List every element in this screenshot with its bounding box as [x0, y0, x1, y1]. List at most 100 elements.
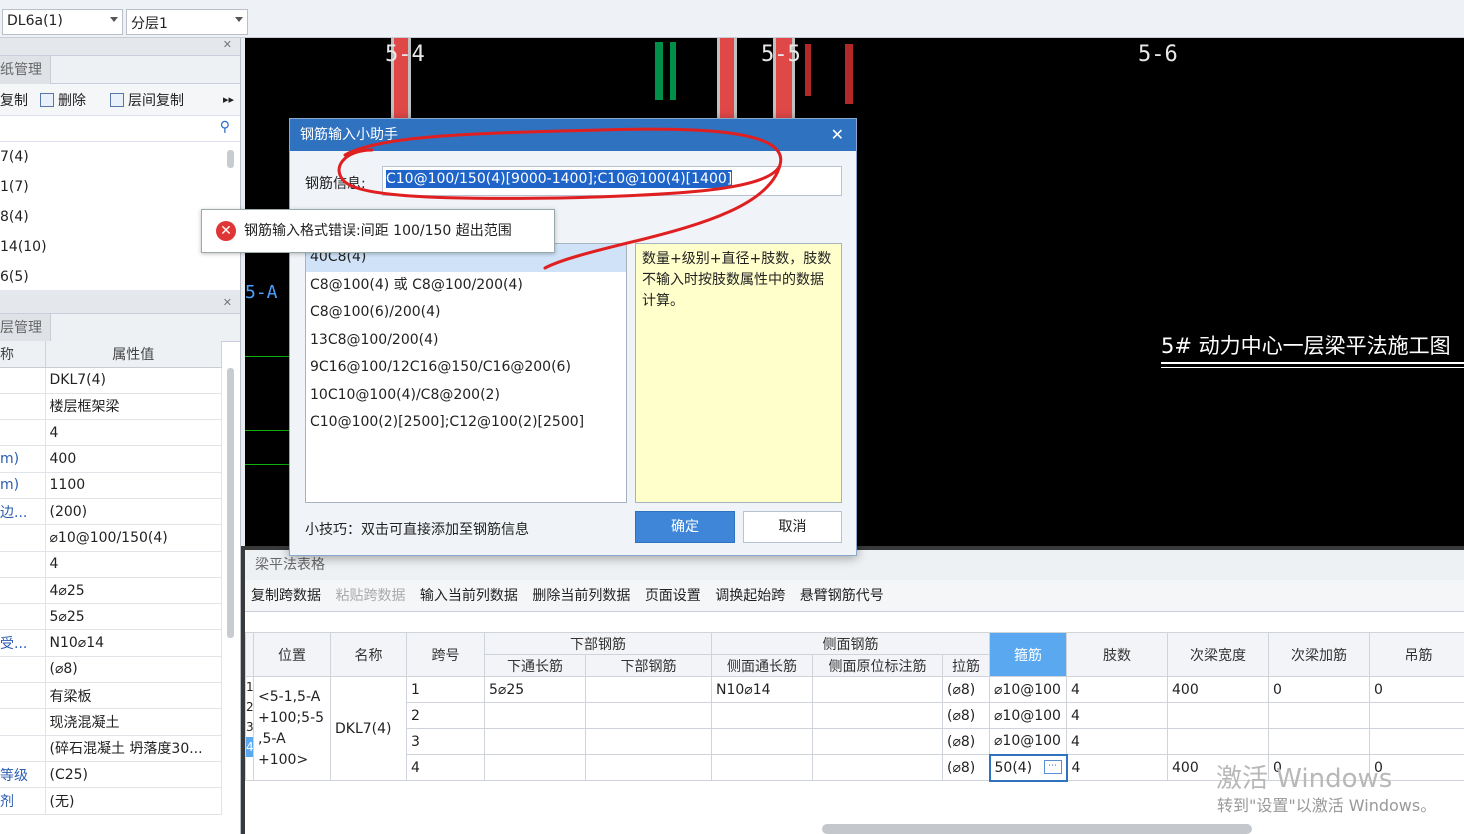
list-item[interactable]: 6(5): [0, 262, 240, 292]
prop-value[interactable]: 4: [45, 551, 222, 578]
span-cell[interactable]: 4: [406, 754, 485, 781]
close-icon[interactable]: ✕: [831, 119, 844, 151]
tab-layer-manage[interactable]: 层管理: [0, 314, 51, 342]
sec-add-cell[interactable]: [1268, 728, 1370, 755]
tie-cell[interactable]: (⌀8): [942, 754, 990, 781]
horizontal-scrollbar[interactable]: [822, 824, 1252, 834]
hanger-cell[interactable]: [1369, 728, 1464, 755]
prop-value[interactable]: (C25): [45, 761, 222, 789]
rebar-info-input[interactable]: C10@100/150(4)[9000-1400];C10@100(4)[140…: [382, 166, 842, 196]
prop-value[interactable]: (⌀8): [45, 656, 222, 684]
list-item[interactable]: C8@100(4) 或 C8@100/200(4): [306, 272, 626, 300]
hanger-cell[interactable]: [1369, 702, 1464, 729]
bottom-bar-cell[interactable]: [585, 676, 712, 703]
sec-add-cell[interactable]: [1268, 702, 1370, 729]
hanger-cell[interactable]: 0: [1369, 676, 1464, 703]
sec-width-cell[interactable]: [1167, 728, 1269, 755]
stirrup-cell[interactable]: ⌀10@100: [989, 702, 1067, 729]
cancel-button[interactable]: 取消: [743, 511, 842, 543]
cantilever-code-button[interactable]: 悬臂钢筋代号: [800, 588, 884, 604]
floor-combo[interactable]: DL6a(1): [2, 9, 123, 35]
stirrup-cell[interactable]: ⌀10@100: [989, 728, 1067, 755]
table-row[interactable]: 3 (⌀8) ⌀10@100 4: [246, 728, 1464, 755]
prop-value[interactable]: 楼层框架梁: [45, 393, 222, 421]
prop-scrollbar[interactable]: [227, 368, 234, 638]
prop-value[interactable]: N10⌀14: [45, 629, 222, 657]
sec-width-cell[interactable]: 400: [1167, 676, 1269, 703]
side-through-cell[interactable]: [711, 728, 813, 755]
tie-cell[interactable]: (⌀8): [942, 676, 990, 703]
prop-value[interactable]: 1100: [45, 472, 222, 499]
prop-value[interactable]: DKL7(4): [45, 367, 222, 394]
copy-span-button[interactable]: 复制跨数据: [251, 588, 321, 604]
close-icon[interactable]: ✕: [223, 38, 232, 51]
side-note-cell[interactable]: [812, 676, 943, 703]
list-item[interactable]: 9C16@100/12C16@150/C16@200(6): [306, 354, 626, 382]
dialog-titlebar[interactable]: 钢筋输入小助手 ✕: [290, 119, 856, 151]
list-item[interactable]: 13C8@100/200(4): [306, 327, 626, 355]
bottom-bar-cell[interactable]: [585, 754, 712, 781]
sec-add-cell[interactable]: 0: [1268, 676, 1370, 703]
bottom-bar-cell[interactable]: [585, 728, 712, 755]
prop-value[interactable]: 4: [45, 419, 222, 447]
bottom-bar-cell[interactable]: [585, 702, 712, 729]
prop-value[interactable]: 4⌀25: [45, 577, 222, 605]
delete-button[interactable]: 删除: [40, 90, 98, 110]
side-note-cell[interactable]: [812, 728, 943, 755]
list-item[interactable]: 7(4): [0, 142, 240, 172]
prop-value[interactable]: 400: [45, 445, 222, 473]
span-cell[interactable]: 1: [406, 676, 485, 703]
table-row[interactable]: 1234 <5-1,5-A +100;5-5 ,5-A +100> DKL7(4…: [245, 676, 1464, 781]
span-cell[interactable]: 3: [406, 728, 485, 755]
legs-cell[interactable]: 4: [1066, 754, 1168, 781]
beam-name-cell[interactable]: DKL7(4): [330, 676, 407, 781]
page-setup-button[interactable]: 页面设置: [645, 588, 701, 604]
swap-start-span-button[interactable]: 调换起始跨: [715, 588, 785, 604]
position-cell[interactable]: <5-1,5-A +100;5-5 ,5-A +100>: [253, 676, 331, 781]
side-through-cell[interactable]: [711, 754, 813, 781]
search-icon[interactable]: ⚲: [220, 119, 230, 135]
list-item[interactable]: 1(7): [0, 172, 240, 202]
prop-value[interactable]: 有梁板: [45, 682, 222, 710]
prop-value[interactable]: 现浇混凝土: [45, 708, 222, 736]
bottom-through-cell[interactable]: [484, 754, 586, 781]
list-item[interactable]: C10@100(2)[2500];C12@100(2)[2500]: [306, 409, 626, 437]
ok-button[interactable]: 确定: [635, 511, 735, 543]
layer-combo[interactable]: 分层1: [126, 9, 248, 35]
tab-drawing-manage[interactable]: 纸管理: [0, 56, 51, 84]
more-icon[interactable]: ▸▸: [223, 93, 234, 106]
copy-button[interactable]: 复制: [0, 90, 28, 110]
tie-cell[interactable]: (⌀8): [942, 702, 990, 729]
side-through-cell[interactable]: N10⌀14: [711, 676, 813, 703]
side-note-cell[interactable]: [812, 754, 943, 781]
stirrup-header[interactable]: 箍筋: [989, 632, 1067, 677]
side-through-cell[interactable]: [711, 702, 813, 729]
close-icon[interactable]: ✕: [223, 296, 232, 309]
bottom-through-cell[interactable]: [484, 728, 586, 755]
prop-value[interactable]: (碎石混凝土 坍落度30...: [45, 735, 222, 762]
ellipsis-button-icon[interactable]: ⋯: [1043, 759, 1062, 774]
prop-value[interactable]: (无): [45, 787, 222, 815]
floor-copy-button[interactable]: 层间复制: [110, 90, 196, 110]
stirrup-cell[interactable]: ⌀10@100: [989, 676, 1067, 703]
legs-cell[interactable]: 4: [1066, 728, 1168, 755]
legs-cell[interactable]: 4: [1066, 702, 1168, 729]
legs-cell[interactable]: 4: [1066, 676, 1168, 703]
bottom-through-cell[interactable]: 5⌀25: [484, 676, 586, 703]
input-column-button[interactable]: 输入当前列数据: [420, 588, 518, 604]
prop-value[interactable]: ⌀10@100/150(4): [45, 524, 222, 552]
prop-value[interactable]: (200): [45, 498, 222, 526]
list-item[interactable]: 10C10@100(4)/C8@200(2): [306, 382, 626, 410]
stirrup-edit-cell[interactable]: 50(4) ⋯: [988, 753, 1068, 782]
delete-column-button[interactable]: 删除当前列数据: [532, 588, 630, 604]
tie-cell[interactable]: (⌀8): [942, 728, 990, 755]
table-row[interactable]: 2 (⌀8) ⌀10@100 4: [246, 702, 1464, 729]
drawing-search-row[interactable]: ⚲: [0, 116, 240, 142]
sec-width-cell[interactable]: [1167, 702, 1269, 729]
bottom-through-cell[interactable]: [484, 702, 586, 729]
list-scrollbar[interactable]: [227, 150, 234, 168]
side-note-cell[interactable]: [812, 702, 943, 729]
prop-value[interactable]: 5⌀25: [45, 603, 222, 631]
span-cell[interactable]: 2: [406, 702, 485, 729]
list-item[interactable]: C8@100(6)/200(4): [306, 299, 626, 327]
